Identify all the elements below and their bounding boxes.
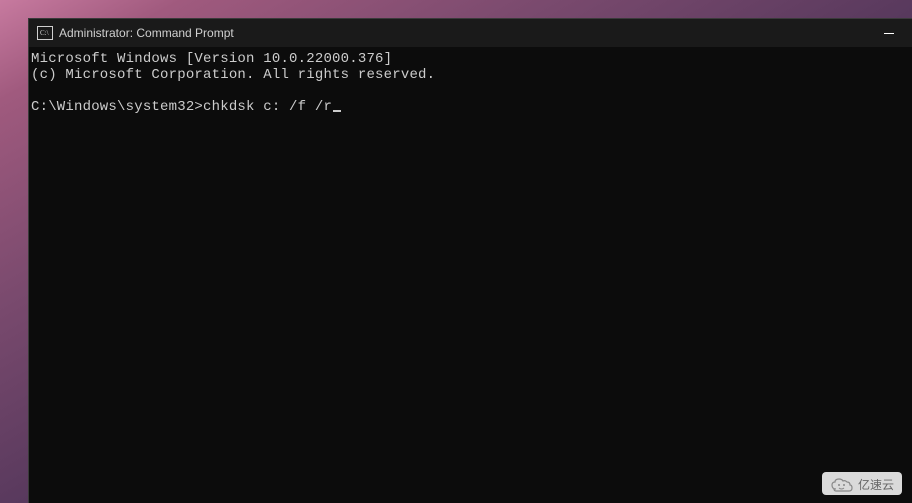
command-input[interactable]: chkdsk c: /f /r bbox=[203, 99, 332, 115]
window-titlebar[interactable]: C:\ Administrator: Command Prompt bbox=[29, 19, 912, 47]
terminal-output[interactable]: Microsoft Windows [Version 10.0.22000.37… bbox=[29, 47, 912, 503]
svg-text:C:\: C:\ bbox=[40, 29, 49, 37]
prompt-line: C:\Windows\system32>chkdsk c: /f /r bbox=[31, 99, 910, 115]
cursor bbox=[333, 110, 341, 112]
window-title: Administrator: Command Prompt bbox=[59, 26, 234, 40]
window-controls bbox=[866, 19, 912, 47]
watermark-text: 亿速云 bbox=[858, 476, 894, 493]
cmd-icon: C:\ bbox=[37, 26, 53, 40]
minimize-button[interactable] bbox=[866, 19, 912, 47]
watermark: 亿速云 bbox=[822, 472, 902, 495]
minimize-icon bbox=[884, 33, 894, 34]
copyright-line: (c) Microsoft Corporation. All rights re… bbox=[31, 67, 910, 83]
prompt-path: C:\Windows\system32> bbox=[31, 99, 203, 115]
cloud-icon bbox=[830, 477, 854, 493]
command-prompt-window: C:\ Administrator: Command Prompt Micros… bbox=[28, 18, 912, 503]
version-line: Microsoft Windows [Version 10.0.22000.37… bbox=[31, 51, 910, 67]
